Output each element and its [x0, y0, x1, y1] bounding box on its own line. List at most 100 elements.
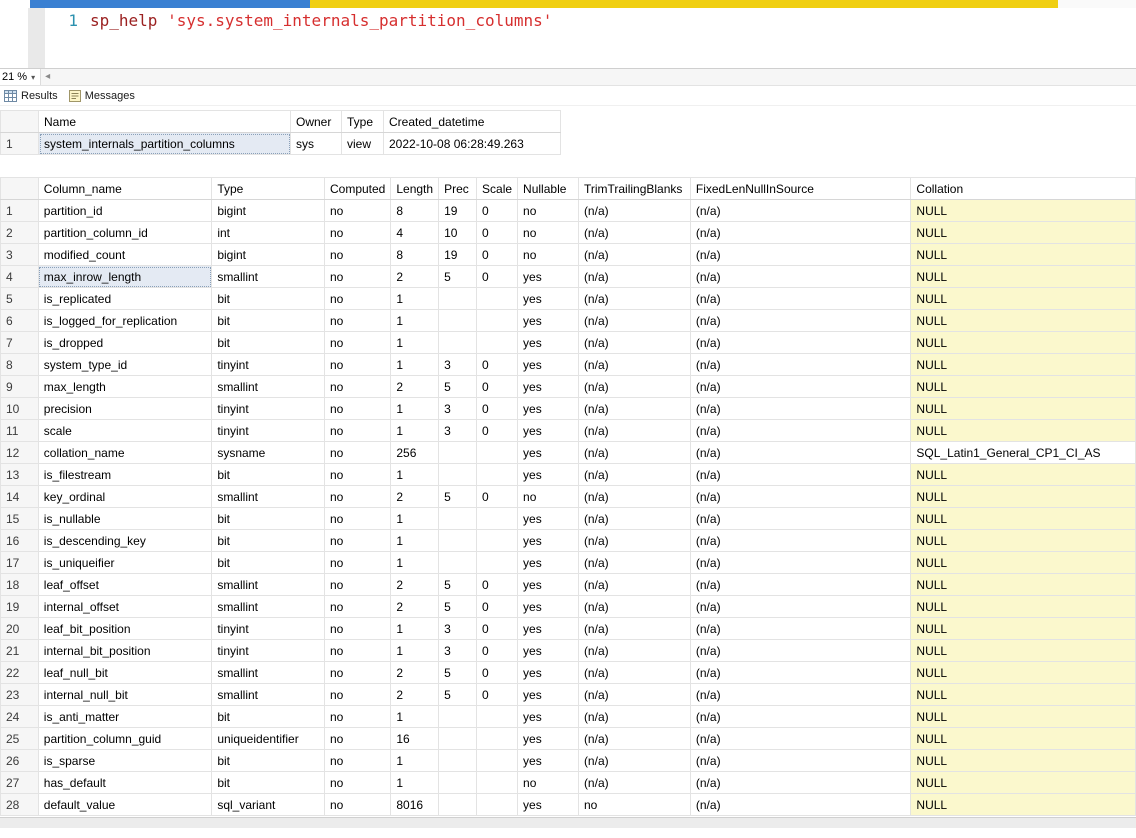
cell-computed[interactable]: no: [324, 442, 390, 464]
cell-column_name[interactable]: is_dropped: [38, 332, 212, 354]
cell-type[interactable]: tinyint: [212, 420, 325, 442]
cell-prec[interactable]: [439, 728, 477, 750]
cell-trimtrailingblanks[interactable]: (n/a): [578, 662, 690, 684]
cell-computed[interactable]: no: [324, 354, 390, 376]
row-header[interactable]: 12: [1, 442, 39, 464]
cell-scale[interactable]: 0: [477, 376, 518, 398]
cell-fixedlennullinsource[interactable]: (n/a): [690, 222, 911, 244]
cell-nullable[interactable]: no: [518, 222, 579, 244]
cell-trimtrailingblanks[interactable]: (n/a): [578, 596, 690, 618]
cell-type[interactable]: bigint: [212, 200, 325, 222]
cell-collation[interactable]: NULL: [911, 464, 1136, 486]
cell-collation[interactable]: NULL: [911, 244, 1136, 266]
cell-fixedlennullinsource[interactable]: (n/a): [690, 244, 911, 266]
cell-fixedlennullinsource[interactable]: (n/a): [690, 288, 911, 310]
row-header[interactable]: 2: [1, 222, 39, 244]
cell-fixedlennullinsource[interactable]: (n/a): [690, 706, 911, 728]
cell-collation[interactable]: NULL: [911, 706, 1136, 728]
cell-scale[interactable]: 0: [477, 354, 518, 376]
cell-trimtrailingblanks[interactable]: (n/a): [578, 288, 690, 310]
cell-collation[interactable]: NULL: [911, 662, 1136, 684]
cell-collation[interactable]: NULL: [911, 640, 1136, 662]
cell-nullable[interactable]: yes: [518, 442, 579, 464]
row-header[interactable]: 3: [1, 244, 39, 266]
cell-length[interactable]: 16: [391, 728, 439, 750]
cell-computed[interactable]: no: [324, 794, 390, 816]
cell-nullable[interactable]: yes: [518, 794, 579, 816]
cell-created_datetime[interactable]: 2022-10-08 06:28:49.263: [384, 133, 561, 155]
cell-collation[interactable]: NULL: [911, 288, 1136, 310]
cell-column_name[interactable]: is_anti_matter: [38, 706, 212, 728]
cell-trimtrailingblanks[interactable]: (n/a): [578, 420, 690, 442]
cell-fixedlennullinsource[interactable]: (n/a): [690, 662, 911, 684]
cell-fixedlennullinsource[interactable]: (n/a): [690, 200, 911, 222]
cell-computed[interactable]: no: [324, 684, 390, 706]
cell-computed[interactable]: no: [324, 486, 390, 508]
cell-column_name[interactable]: is_sparse: [38, 750, 212, 772]
cell-scale[interactable]: 0: [477, 200, 518, 222]
cell-computed[interactable]: no: [324, 508, 390, 530]
cell-collation[interactable]: NULL: [911, 574, 1136, 596]
cell-fixedlennullinsource[interactable]: (n/a): [690, 684, 911, 706]
cell-scale[interactable]: 0: [477, 662, 518, 684]
cell-length[interactable]: 1: [391, 464, 439, 486]
cell-column_name[interactable]: scale: [38, 420, 212, 442]
cell-nullable[interactable]: yes: [518, 596, 579, 618]
cell-trimtrailingblanks[interactable]: (n/a): [578, 222, 690, 244]
cell-collation[interactable]: NULL: [911, 398, 1136, 420]
cell-fixedlennullinsource[interactable]: (n/a): [690, 442, 911, 464]
row-header[interactable]: 1: [1, 133, 39, 155]
cell-name[interactable]: system_internals_partition_columns: [39, 133, 291, 155]
cell-scale[interactable]: [477, 772, 518, 794]
cell-column_name[interactable]: max_length: [38, 376, 212, 398]
cell-fixedlennullinsource[interactable]: (n/a): [690, 376, 911, 398]
row-header[interactable]: 10: [1, 398, 39, 420]
cell-nullable[interactable]: yes: [518, 728, 579, 750]
cell-scale[interactable]: [477, 508, 518, 530]
cell-prec[interactable]: [439, 772, 477, 794]
row-header[interactable]: 17: [1, 552, 39, 574]
cell-nullable[interactable]: yes: [518, 684, 579, 706]
cell-length[interactable]: 8: [391, 200, 439, 222]
cell-type[interactable]: bit: [212, 750, 325, 772]
cell-collation[interactable]: NULL: [911, 310, 1136, 332]
cell-computed[interactable]: no: [324, 618, 390, 640]
cell-trimtrailingblanks[interactable]: (n/a): [578, 398, 690, 420]
cell-collation[interactable]: NULL: [911, 552, 1136, 574]
row-header[interactable]: 25: [1, 728, 39, 750]
cell-scale[interactable]: [477, 706, 518, 728]
row-header[interactable]: 4: [1, 266, 39, 288]
cell-nullable[interactable]: yes: [518, 354, 579, 376]
column-header-owner[interactable]: Owner: [291, 111, 342, 133]
column-header-length[interactable]: Length: [391, 178, 439, 200]
cell-type[interactable]: tinyint: [212, 354, 325, 376]
row-header[interactable]: 14: [1, 486, 39, 508]
cell-prec[interactable]: 19: [439, 200, 477, 222]
cell-prec[interactable]: [439, 750, 477, 772]
cell-type[interactable]: tinyint: [212, 398, 325, 420]
cell-trimtrailingblanks[interactable]: (n/a): [578, 200, 690, 222]
cell-prec[interactable]: [439, 706, 477, 728]
cell-length[interactable]: 2: [391, 684, 439, 706]
row-header[interactable]: 7: [1, 332, 39, 354]
cell-nullable[interactable]: yes: [518, 508, 579, 530]
cell-fixedlennullinsource[interactable]: (n/a): [690, 574, 911, 596]
cell-column_name[interactable]: is_uniqueifier: [38, 552, 212, 574]
cell-trimtrailingblanks[interactable]: (n/a): [578, 244, 690, 266]
row-header[interactable]: 13: [1, 464, 39, 486]
cell-type[interactable]: smallint: [212, 662, 325, 684]
cell-scale[interactable]: 0: [477, 618, 518, 640]
cell-trimtrailingblanks[interactable]: (n/a): [578, 772, 690, 794]
column-header-type[interactable]: Type: [342, 111, 384, 133]
cell-trimtrailingblanks[interactable]: (n/a): [578, 574, 690, 596]
cell-type[interactable]: tinyint: [212, 618, 325, 640]
cell-column_name[interactable]: precision: [38, 398, 212, 420]
column-header-computed[interactable]: Computed: [324, 178, 390, 200]
cell-length[interactable]: 1: [391, 420, 439, 442]
cell-fixedlennullinsource[interactable]: (n/a): [690, 618, 911, 640]
cell-column_name[interactable]: modified_count: [38, 244, 212, 266]
cell-length[interactable]: 1: [391, 398, 439, 420]
column-header-scale[interactable]: Scale: [477, 178, 518, 200]
cell-nullable[interactable]: yes: [518, 750, 579, 772]
cell-scale[interactable]: 0: [477, 486, 518, 508]
